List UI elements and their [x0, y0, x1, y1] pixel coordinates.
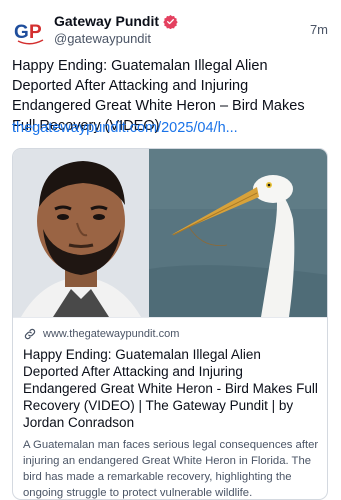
post-header: G P Gateway Pundit @gatewaypundit 7m	[12, 10, 330, 50]
avatar-logo: G P	[14, 22, 44, 45]
link-icon	[23, 327, 37, 341]
verified-badge-icon	[163, 14, 178, 29]
card-body[interactable]: www.thegatewaypundit.com Happy Ending: G…	[13, 317, 327, 499]
svg-text:G: G	[14, 22, 29, 43]
post-timestamp[interactable]: 7m	[310, 22, 328, 37]
card-image	[13, 149, 327, 317]
card-domain: www.thegatewaypundit.com	[43, 328, 180, 340]
card-description: A Guatemalan man faces serious legal con…	[23, 439, 319, 499]
author-handle[interactable]: @gatewaypundit	[54, 31, 151, 46]
avatar[interactable]: G P	[12, 13, 48, 49]
svg-text:P: P	[29, 22, 42, 43]
link-preview-card[interactable]: www.thegatewaypundit.com Happy Ending: G…	[12, 148, 328, 500]
card-title[interactable]: Happy Ending: Guatemalan Illegal Alien D…	[23, 346, 319, 431]
post-link[interactable]: thegatewaypundit.com/2025/04/h...	[12, 120, 238, 136]
display-name[interactable]: Gateway Pundit	[54, 13, 159, 29]
